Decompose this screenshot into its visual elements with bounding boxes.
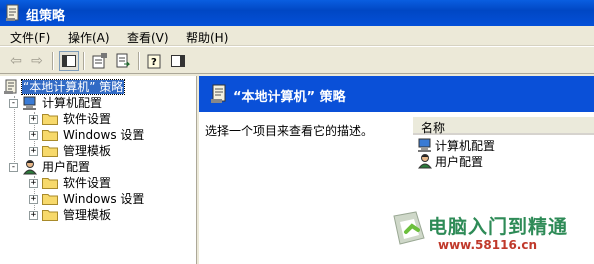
- expand-icon[interactable]: +: [29, 194, 38, 204]
- computer-icon: [23, 96, 36, 110]
- menu-help[interactable]: 帮助(H): [186, 29, 228, 46]
- list-item-label: 用户配置: [435, 154, 484, 169]
- tree-item-label: 用户配置: [42, 160, 91, 174]
- tree-item-user-software-settings[interactable]: + 软件设置: [29, 175, 112, 191]
- expand-icon[interactable]: +: [29, 114, 38, 124]
- tree-item-windows-settings[interactable]: + Windows 设置: [29, 127, 145, 143]
- tree-item-label: 管理模板: [63, 208, 112, 222]
- export-list-icon[interactable]: [113, 51, 133, 71]
- item-description: 选择一个项目来查看它的描述。: [205, 124, 374, 138]
- title-bar: 组策略: [0, 0, 594, 26]
- menu-view[interactable]: 查看(V): [127, 29, 169, 46]
- menu-bar: 文件(F) 操作(A) 查看(V) 帮助(H): [0, 26, 594, 46]
- show-hide-tree-icon[interactable]: [59, 51, 79, 71]
- list-item-label: 计算机配置: [435, 138, 496, 153]
- user-icon: [22, 160, 38, 175]
- collapse-icon[interactable]: -: [9, 162, 18, 172]
- folder-icon: [42, 194, 58, 205]
- tree-item-admin-templates[interactable]: + 管理模板: [29, 143, 112, 159]
- tree-item-label: 计算机配置: [42, 96, 103, 110]
- folder-icon: [42, 178, 58, 189]
- properties-icon[interactable]: [90, 51, 110, 71]
- back-icon[interactable]: ⇦: [6, 51, 26, 71]
- tree-item-label: 软件设置: [63, 112, 112, 126]
- window-title: 组策略: [26, 9, 66, 24]
- tree-item-user-windows-settings[interactable]: + Windows 设置: [29, 191, 145, 207]
- toolbar-separator: [138, 52, 140, 70]
- list-header[interactable]: 名称: [413, 117, 594, 135]
- folder-icon: [42, 146, 58, 157]
- menu-action[interactable]: 操作(A): [68, 29, 110, 46]
- tree-item-label: 管理模板: [63, 144, 112, 158]
- details-title: “本地计算机” 策略: [233, 90, 346, 105]
- show-hide-action-pane-icon[interactable]: [168, 51, 188, 71]
- group-policy-icon[interactable]: [5, 4, 21, 22]
- watermark: 电脑入门到精通 www.58116.cn: [386, 206, 590, 260]
- watermark-logo-icon: [393, 211, 425, 245]
- tree-item-local-policy[interactable]: “本地计算机” 策略: [3, 79, 126, 95]
- expand-icon[interactable]: +: [29, 130, 38, 140]
- help-icon[interactable]: ?: [145, 51, 165, 71]
- folder-icon: [42, 210, 58, 221]
- collapse-icon[interactable]: -: [9, 98, 18, 108]
- details-banner: “本地计算机” 策略: [199, 76, 594, 112]
- expand-icon[interactable]: +: [29, 146, 38, 156]
- console-tree[interactable]: “本地计算机” 策略 - 计算机配置 + 软件设置 + Windows 设置 +…: [0, 76, 197, 264]
- policy-scroll-icon: [4, 79, 17, 94]
- list-item-computer-config[interactable]: 计算机配置: [417, 137, 495, 153]
- forward-icon[interactable]: ⇨: [27, 51, 47, 71]
- column-name-header[interactable]: 名称: [421, 119, 445, 136]
- tree-item-label: “本地计算机” 策略: [20, 79, 126, 95]
- tree-item-software-settings[interactable]: + 软件设置: [29, 111, 112, 127]
- toolbar-separator: [52, 52, 54, 70]
- folder-icon: [42, 114, 58, 125]
- watermark-title: 电脑入门到精通: [428, 216, 569, 238]
- tree-item-computer-config[interactable]: - 计算机配置: [9, 95, 103, 111]
- tree-item-user-config[interactable]: - 用户配置: [9, 159, 91, 175]
- policy-scroll-icon: [211, 84, 226, 103]
- tree-item-user-admin-templates[interactable]: + 管理模板: [29, 207, 112, 223]
- tree-item-label: 软件设置: [63, 176, 112, 190]
- tree-item-label: Windows 设置: [63, 128, 145, 142]
- expand-icon[interactable]: +: [29, 210, 38, 220]
- user-icon: [417, 154, 433, 169]
- svg-text:?: ?: [151, 57, 157, 68]
- list-item-user-config[interactable]: 用户配置: [417, 153, 483, 169]
- folder-icon: [42, 130, 58, 141]
- toolbar-separator: [83, 52, 85, 70]
- expand-icon[interactable]: +: [29, 178, 38, 188]
- menu-file[interactable]: 文件(F): [10, 29, 50, 46]
- tree-item-label: Windows 设置: [63, 192, 145, 206]
- computer-icon: [418, 138, 431, 152]
- watermark-url: www.58116.cn: [438, 238, 538, 252]
- toolbar: ⇦ ⇨ ?: [0, 46, 594, 74]
